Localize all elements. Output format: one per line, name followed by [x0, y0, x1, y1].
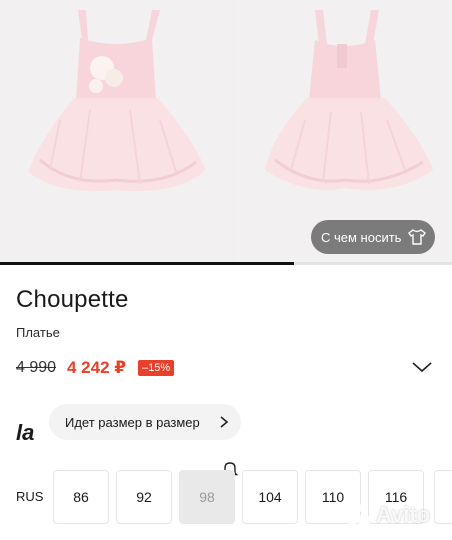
- chevron-down-icon[interactable]: [411, 360, 433, 374]
- discount-badge: –15%: [138, 360, 175, 376]
- size-fit-hint[interactable]: Идет размер в размер: [49, 404, 241, 440]
- watermark-text: Avito: [376, 502, 431, 527]
- size-option[interactable]: 98: [179, 470, 235, 524]
- old-price: 4 990: [16, 359, 57, 376]
- outfit-suggestions-button[interactable]: С чем носить: [311, 220, 435, 254]
- size-system-label: RUS: [16, 489, 44, 504]
- brand-name[interactable]: Choupette: [16, 286, 129, 314]
- product-type: Платье: [16, 325, 60, 340]
- current-price: 4 242 ₽: [67, 358, 127, 377]
- size-fit-label: Идет размер в размер: [65, 414, 200, 430]
- size-option[interactable]: 92: [116, 470, 172, 524]
- gallery-progress-fill: [0, 262, 294, 265]
- gallery-progress-bar: [0, 262, 452, 265]
- outfit-button-label: С чем носить: [321, 229, 402, 245]
- avito-logo-icon: [344, 504, 370, 526]
- size-option[interactable]: 104: [242, 470, 298, 524]
- product-gallery[interactable]: С чем носить: [0, 0, 452, 262]
- tshirt-icon: [408, 229, 426, 245]
- size-option[interactable]: 86: [53, 470, 109, 524]
- product-photo-front[interactable]: [0, 0, 232, 262]
- avito-watermark: Avito: [342, 500, 442, 530]
- chevron-right-icon: [220, 416, 229, 428]
- fit-brand-logo: la: [16, 420, 35, 445]
